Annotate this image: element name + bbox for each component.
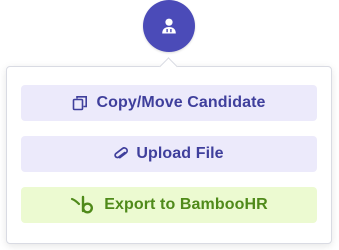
- copy-icon: [72, 95, 88, 111]
- copy-move-candidate-label: Copy/Move Candidate: [96, 94, 266, 111]
- export-to-bamboohr-label: Export to BambooHR: [104, 196, 268, 213]
- paperclip-icon: [114, 146, 129, 162]
- upload-file-button[interactable]: Upload File: [21, 136, 317, 172]
- export-to-bamboohr-button[interactable]: Export to BambooHR: [21, 187, 317, 223]
- user-avatar-button[interactable]: [143, 0, 195, 52]
- copy-move-candidate-button[interactable]: Copy/Move Candidate: [21, 85, 317, 121]
- bamboohr-icon: [70, 194, 96, 216]
- actions-popover-menu: Copy/Move Candidate Upload File Export t…: [6, 66, 332, 244]
- person-icon: [160, 17, 178, 35]
- upload-file-label: Upload File: [136, 145, 224, 162]
